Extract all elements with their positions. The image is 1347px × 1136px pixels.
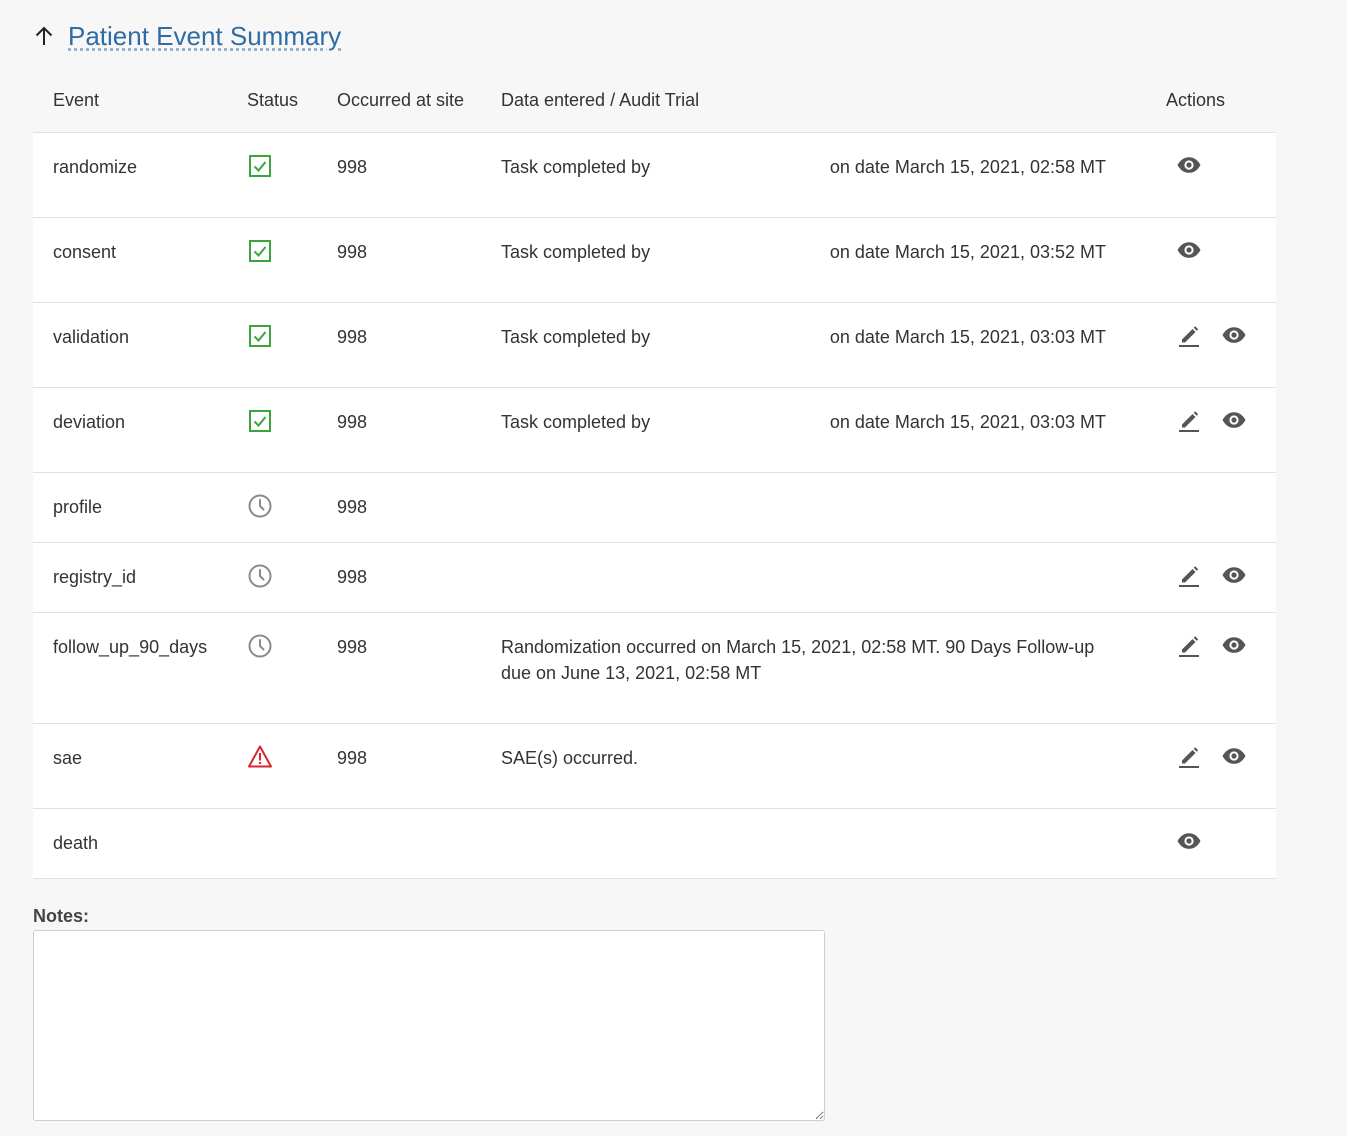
- audit-date: on date March 15, 2021, 03:03 MT: [829, 327, 1106, 347]
- audit-date: on date March 15, 2021, 03:03 MT: [829, 412, 1106, 432]
- pencil-icon[interactable]: [1176, 743, 1202, 769]
- status-cell: [227, 542, 317, 613]
- eye-icon[interactable]: [1221, 562, 1247, 588]
- actions-cell: [1146, 612, 1276, 724]
- eye-icon[interactable]: [1221, 407, 1247, 433]
- status-cell: [227, 808, 317, 879]
- table-row: profile 998: [33, 472, 1276, 543]
- column-header-event: Event: [53, 89, 100, 110]
- audit-cell: Task completed by on date March 15, 2021,…: [481, 387, 1146, 473]
- column-header-actions: Actions: [1166, 89, 1226, 110]
- column-header-data: Data entered / Audit Trial: [501, 89, 700, 110]
- pencil-icon[interactable]: [1176, 322, 1202, 348]
- column-header-status: Status: [247, 89, 299, 110]
- clock-icon: [247, 633, 273, 659]
- site-cell: 998: [317, 132, 481, 218]
- actions-cell: [1146, 302, 1276, 388]
- eye-icon[interactable]: [1221, 743, 1247, 769]
- actions-cell: [1146, 217, 1276, 303]
- clock-icon: [247, 493, 273, 519]
- actions-cell: [1146, 542, 1276, 613]
- audit-text: Task completed by: [501, 327, 651, 347]
- checkbox-checked-icon: [247, 238, 273, 264]
- audit-text: Randomization occurred on March 15, 2021…: [501, 637, 1095, 683]
- actions-cell: [1146, 132, 1276, 218]
- clock-icon: [247, 563, 273, 589]
- eye-icon[interactable]: [1176, 237, 1202, 263]
- table-row: validation 998 Task completed by on date Ma…: [33, 302, 1276, 388]
- table-row: registry_id 998: [33, 542, 1276, 613]
- audit-cell: SAE(s) occurred.: [481, 723, 1146, 809]
- table-header-row: Event Status Occurred at site Data enter…: [33, 68, 1276, 133]
- table-row: death: [33, 808, 1276, 879]
- table-row: follow_up_90_days 998 Randomization occurr…: [33, 612, 1276, 724]
- actions-cell: [1146, 387, 1276, 473]
- audit-cell: Task completed by on date March 15, 2021,…: [481, 132, 1146, 218]
- site-cell: 998: [317, 217, 481, 303]
- site-cell: 998: [317, 612, 481, 724]
- audit-date: on date March 15, 2021, 02:58 MT: [829, 157, 1106, 177]
- event-name: deviation: [33, 387, 227, 473]
- status-cell: [227, 387, 317, 473]
- site-cell: 998: [317, 723, 481, 809]
- pencil-icon[interactable]: [1176, 632, 1202, 658]
- notes-label: Notes:: [33, 906, 90, 926]
- event-name: profile: [33, 472, 227, 543]
- table-row: sae 998 SAE(s) occurred.: [33, 723, 1276, 809]
- actions-cell: [1146, 808, 1276, 879]
- audit-text: Task completed by: [501, 242, 651, 262]
- status-cell: [227, 217, 317, 303]
- audit-cell: [481, 808, 1146, 879]
- checkbox-checked-icon: [247, 153, 273, 179]
- audit-date: on date March 15, 2021, 03:52 MT: [829, 242, 1106, 262]
- event-table: Event Status Occurred at site Data enter…: [33, 68, 1276, 879]
- checkbox-checked-icon: [247, 408, 273, 434]
- audit-text: SAE(s) occurred.: [501, 748, 639, 768]
- audit-cell: [481, 542, 1146, 613]
- site-cell: [317, 808, 481, 879]
- audit-text: Task completed by: [501, 412, 651, 432]
- warning-triangle-icon: [247, 744, 273, 770]
- event-name: registry_id: [33, 542, 227, 613]
- site-cell: 998: [317, 387, 481, 473]
- eye-icon[interactable]: [1221, 632, 1247, 658]
- checkbox-checked-icon: [247, 323, 273, 349]
- column-header-site: Occurred at site: [337, 89, 465, 110]
- actions-cell: [1146, 472, 1276, 543]
- eye-icon[interactable]: [1176, 828, 1202, 854]
- table-row: deviation 998 Task completed by on date Mar…: [33, 387, 1276, 473]
- audit-cell: Task completed by on date March 15, 2021,…: [481, 217, 1146, 303]
- status-cell: [227, 132, 317, 218]
- event-name: follow_up_90_days: [33, 612, 227, 724]
- event-name: randomize: [33, 132, 227, 218]
- table-row: consent 998 Task completed by on date March…: [33, 217, 1276, 303]
- audit-text: Task completed by: [501, 157, 651, 177]
- pencil-icon[interactable]: [1176, 407, 1202, 433]
- status-cell: [227, 723, 317, 809]
- table-row: randomize 998 Task completed by on date Mar…: [33, 132, 1276, 218]
- event-name: death: [33, 808, 227, 879]
- status-cell: [227, 472, 317, 543]
- audit-cell: Task completed by on date March 15, 2021,…: [481, 302, 1146, 388]
- audit-cell: Randomization occurred on March 15, 2021…: [481, 612, 1146, 724]
- notes-textarea[interactable]: [33, 930, 825, 1121]
- status-cell: [227, 612, 317, 724]
- site-cell: 998: [317, 472, 481, 543]
- site-cell: 998: [317, 302, 481, 388]
- arrow-up-icon[interactable]: [33, 25, 55, 47]
- pencil-icon[interactable]: [1176, 562, 1202, 588]
- event-name: validation: [33, 302, 227, 388]
- actions-cell: [1146, 723, 1276, 809]
- event-name: consent: [33, 217, 227, 303]
- eye-icon[interactable]: [1221, 322, 1247, 348]
- status-cell: [227, 302, 317, 388]
- audit-cell: [481, 472, 1146, 543]
- page-header: Patient Event Summary: [33, 18, 341, 54]
- site-cell: 998: [317, 542, 481, 613]
- event-name: sae: [33, 723, 227, 809]
- eye-icon[interactable]: [1176, 152, 1202, 178]
- page-title[interactable]: Patient Event Summary: [68, 21, 341, 52]
